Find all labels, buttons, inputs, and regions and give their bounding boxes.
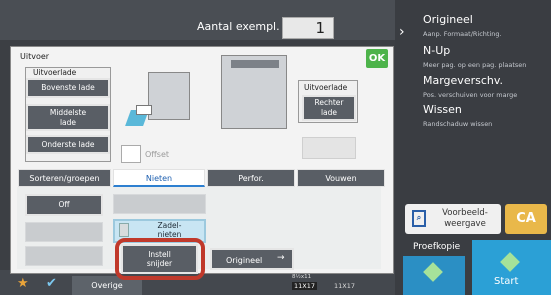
tray-middle-button[interactable]: Middelste lade — [26, 104, 110, 131]
tray-top-button[interactable]: Bovenste lade — [26, 78, 110, 98]
chevron-right-icon[interactable]: › — [399, 24, 405, 40]
saddle-stitch-icon — [119, 223, 129, 237]
rp-item-origineel-title[interactable]: Origineel — [423, 13, 473, 26]
rp-item-wissen-title[interactable]: Wissen — [423, 103, 462, 116]
clear-all-button[interactable]: CA — [505, 204, 547, 234]
start-label: Start — [494, 276, 519, 287]
disabled-staple-button — [113, 194, 206, 214]
rp-item-nup-title[interactable]: N-Up — [423, 44, 450, 57]
check-icon[interactable]: ✔ — [46, 276, 57, 291]
finisher-illustration — [148, 72, 190, 120]
tray-right-button[interactable]: Rechter lade — [302, 95, 356, 121]
proof-copy-label: Proefkopie — [413, 242, 461, 252]
disabled-staple-button — [25, 222, 103, 242]
disabled-staple-button — [25, 246, 103, 266]
tray-bottom-label: Onderste lade — [41, 139, 95, 149]
staple-off-button[interactable]: Off — [25, 194, 103, 216]
rp-item-wissen-sub: Randschaduw wissen — [423, 120, 493, 128]
offset-label: Offset — [145, 150, 170, 159]
offset-checkbox[interactable] — [121, 145, 141, 163]
saddle-stitch-label: Zadel- nieten — [157, 221, 182, 239]
right-tray-label: Uitvoerlade — [304, 83, 348, 92]
paper-size-label: 11X17 — [334, 282, 355, 290]
tab-punch[interactable]: Perfor. — [207, 169, 295, 187]
preview-label: Voorbeeld- weergave — [442, 208, 488, 229]
ok-button[interactable]: OK — [366, 49, 388, 68]
rp-item-marge-sub: Pos. verschuiven voor marge — [423, 91, 518, 99]
rp-item-nup-sub: Meer pag. op een pag. plaatsen — [423, 61, 527, 69]
preview-icon: ⌕ — [412, 210, 426, 227]
tray-middle-label: Middelste lade — [49, 107, 87, 127]
tab-staple[interactable]: Nieten — [113, 169, 205, 187]
rp-item-marge-title[interactable]: Margeverschv. — [423, 74, 503, 87]
rp-item-origineel-sub: Aanp. Formaat/Richting. — [423, 30, 502, 38]
paper-size-label: 8½x11 — [292, 274, 312, 280]
tab-fold[interactable]: Vouwen — [297, 169, 385, 187]
arrow-right-icon: → — [277, 253, 285, 263]
tray-top-label: Bovenste lade — [41, 83, 95, 92]
finisher-tray-icon — [136, 105, 152, 115]
tray-right-label: Rechter lade — [314, 98, 344, 117]
paper-size-label: 11X17 — [292, 282, 317, 290]
disabled-option-button — [302, 137, 356, 159]
tab-sort-group[interactable]: Sorteren/groepen — [18, 169, 111, 187]
tray-bottom-button[interactable]: Onderste lade — [26, 135, 110, 154]
copier-scanner-icon — [231, 60, 279, 68]
star-icon[interactable]: ★ — [17, 276, 29, 291]
cutter-settings-label: Instell snijder — [146, 250, 173, 268]
copies-label: Aantal exempl. — [197, 20, 280, 33]
dialog-title: Uitvoer — [20, 52, 50, 61]
left-tray-label: Uitvoerlade — [33, 68, 77, 77]
cutter-settings-button[interactable]: Instell snijder — [121, 244, 198, 274]
copies-input[interactable]: 1 — [282, 17, 334, 39]
